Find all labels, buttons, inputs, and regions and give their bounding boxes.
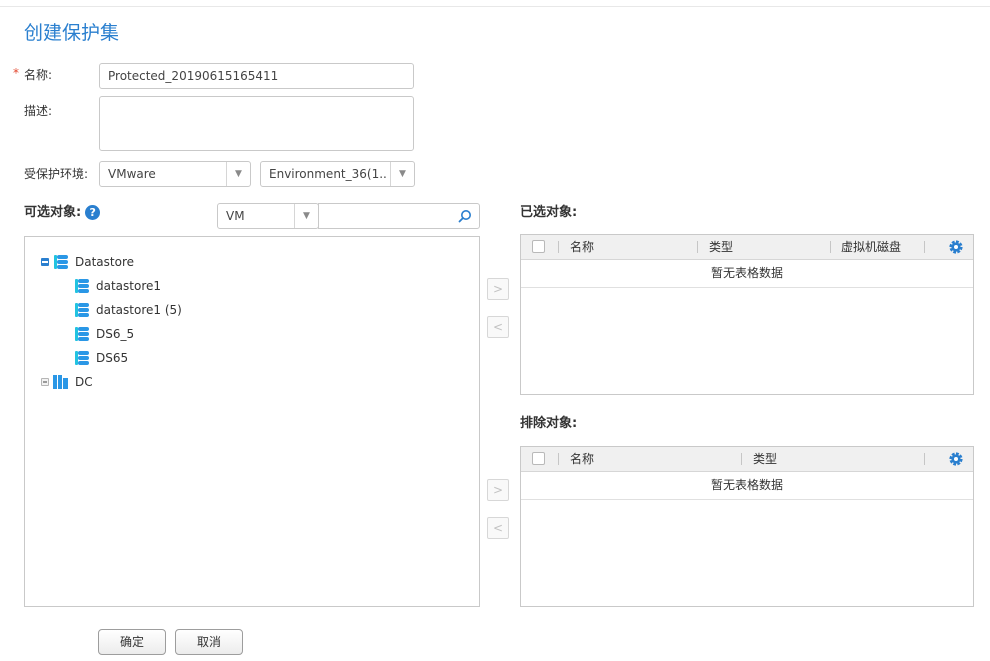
select-all-checkbox[interactable] xyxy=(532,452,545,465)
selected-objects-label: 已选对象: xyxy=(520,205,578,220)
tree-node-label: DS65 xyxy=(96,351,129,365)
column-separator xyxy=(924,241,925,253)
tree-node-label: Datastore xyxy=(75,255,135,269)
datastore-icon xyxy=(54,255,68,269)
chevron-down-icon: ▼ xyxy=(226,162,250,186)
column-separator xyxy=(558,241,559,253)
grid-header: 名称 类型 虚拟机磁盘 xyxy=(521,235,973,260)
remove-from-excluded-button[interactable]: < xyxy=(487,517,509,539)
datastore-icon xyxy=(75,327,89,341)
tree-node-label: DC xyxy=(75,375,93,389)
excluded-objects-grid: 名称 类型 暂无表格数据 xyxy=(520,446,974,607)
datastore-icon xyxy=(75,303,89,317)
column-header-vm-disk[interactable]: 虚拟机磁盘 xyxy=(841,235,901,259)
environment-label: 受保护环境: xyxy=(24,167,89,181)
select-all-checkbox[interactable] xyxy=(532,240,545,253)
object-type-select-value: VM xyxy=(226,209,245,223)
column-separator xyxy=(830,241,831,253)
column-separator xyxy=(924,453,925,465)
description-textarea[interactable] xyxy=(99,96,414,151)
datacenter-icon xyxy=(53,375,69,389)
collapse-icon[interactable] xyxy=(41,258,49,266)
description-label: 描述: xyxy=(24,104,53,118)
top-divider xyxy=(0,6,990,7)
tree-node-datastore1[interactable]: datastore1 xyxy=(73,276,273,296)
tree-node-label: DS6_5 xyxy=(96,327,135,341)
name-input[interactable]: Protected_20190615165411 xyxy=(99,63,414,89)
tree-node-ds6-5[interactable]: DS6_5 xyxy=(73,324,273,344)
tree-node-ds65[interactable]: DS65 xyxy=(73,348,273,368)
grid-empty-row: 暂无表格数据 xyxy=(521,259,973,288)
selected-objects-grid: 名称 类型 虚拟机磁盘 暂无表格数据 xyxy=(520,234,974,395)
datastore-icon xyxy=(75,279,89,293)
object-type-select[interactable]: VM ▼ xyxy=(217,203,319,229)
chevron-down-icon: ▼ xyxy=(294,204,318,228)
column-header-type[interactable]: 类型 xyxy=(709,235,733,259)
column-separator xyxy=(558,453,559,465)
page-title: 创建保护集 xyxy=(24,22,120,44)
tree-node-datastore[interactable]: Datastore xyxy=(39,252,239,272)
column-header-name[interactable]: 名称 xyxy=(570,235,594,259)
gear-icon[interactable] xyxy=(948,451,964,467)
grid-empty-row: 暂无表格数据 xyxy=(521,471,973,500)
available-objects-label: 可选对象:? xyxy=(24,204,101,222)
datastore-icon xyxy=(75,351,89,365)
available-objects-label-text: 可选对象: xyxy=(24,205,82,220)
expand-icon[interactable] xyxy=(41,378,49,386)
platform-select-value: VMware xyxy=(108,167,156,181)
column-header-type[interactable]: 类型 xyxy=(753,447,777,471)
remove-from-selected-button[interactable]: < xyxy=(487,316,509,338)
search-input[interactable] xyxy=(318,203,480,229)
grid-header: 名称 类型 xyxy=(521,447,973,472)
add-to-selected-button[interactable]: > xyxy=(487,278,509,300)
confirm-button[interactable]: 确定 xyxy=(98,629,166,655)
platform-select[interactable]: VMware ▼ xyxy=(99,161,251,187)
gear-icon[interactable] xyxy=(948,239,964,255)
name-label: 名称: xyxy=(24,68,53,82)
required-mark: * xyxy=(13,66,19,80)
cancel-button[interactable]: 取消 xyxy=(175,629,243,655)
help-icon[interactable]: ? xyxy=(85,205,101,220)
column-header-name[interactable]: 名称 xyxy=(570,447,594,471)
tree-node-label: datastore1 (5) xyxy=(96,303,182,317)
excluded-objects-label: 排除对象: xyxy=(520,416,578,431)
chevron-down-icon: ▼ xyxy=(390,162,414,186)
column-separator xyxy=(741,453,742,465)
column-separator xyxy=(697,241,698,253)
environment-select-value: Environment_36(1... xyxy=(269,167,387,181)
environment-select[interactable]: Environment_36(1... ▼ xyxy=(260,161,415,187)
available-objects-tree: Datastore datastore1 datastore1 (5) DS6_… xyxy=(24,236,480,607)
tree-node-label: datastore1 xyxy=(96,279,162,293)
tree-node-datastore1-5[interactable]: datastore1 (5) xyxy=(73,300,273,320)
name-input-value: Protected_20190615165411 xyxy=(108,69,279,83)
add-to-excluded-button[interactable]: > xyxy=(487,479,509,501)
tree-node-dc[interactable]: DC xyxy=(39,372,239,392)
search-icon[interactable] xyxy=(458,209,472,223)
